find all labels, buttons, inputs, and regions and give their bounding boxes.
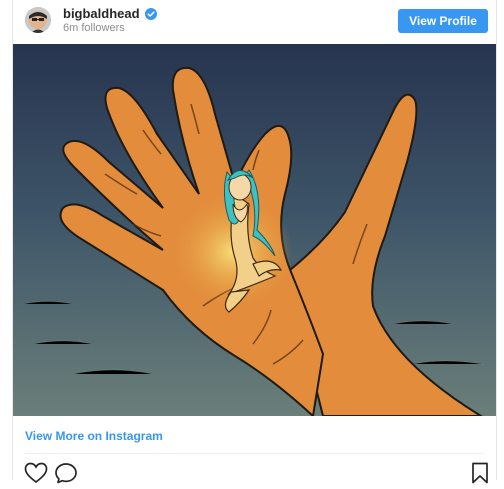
divider [25,453,484,454]
page-frame: bigbaldhead 6m followers View Profile Vi… [0,0,504,484]
heart-icon[interactable] [24,462,48,489]
post-header: bigbaldhead 6m followers View Profile [13,0,496,44]
username[interactable]: bigbaldhead [63,6,140,21]
bookmark-icon[interactable] [470,462,490,489]
follower-count: 6m followers [63,22,125,34]
verified-badge-icon [144,7,157,20]
comment-bubble-icon[interactable] [54,462,78,489]
avatar[interactable] [25,7,51,33]
instagram-embed-card: bigbaldhead 6m followers View Profile Vi… [12,0,497,484]
username-row: bigbaldhead [63,6,157,21]
view-more-link[interactable]: View More on Instagram [25,429,163,443]
view-profile-button[interactable]: View Profile [398,9,488,33]
post-image[interactable] [13,44,496,416]
